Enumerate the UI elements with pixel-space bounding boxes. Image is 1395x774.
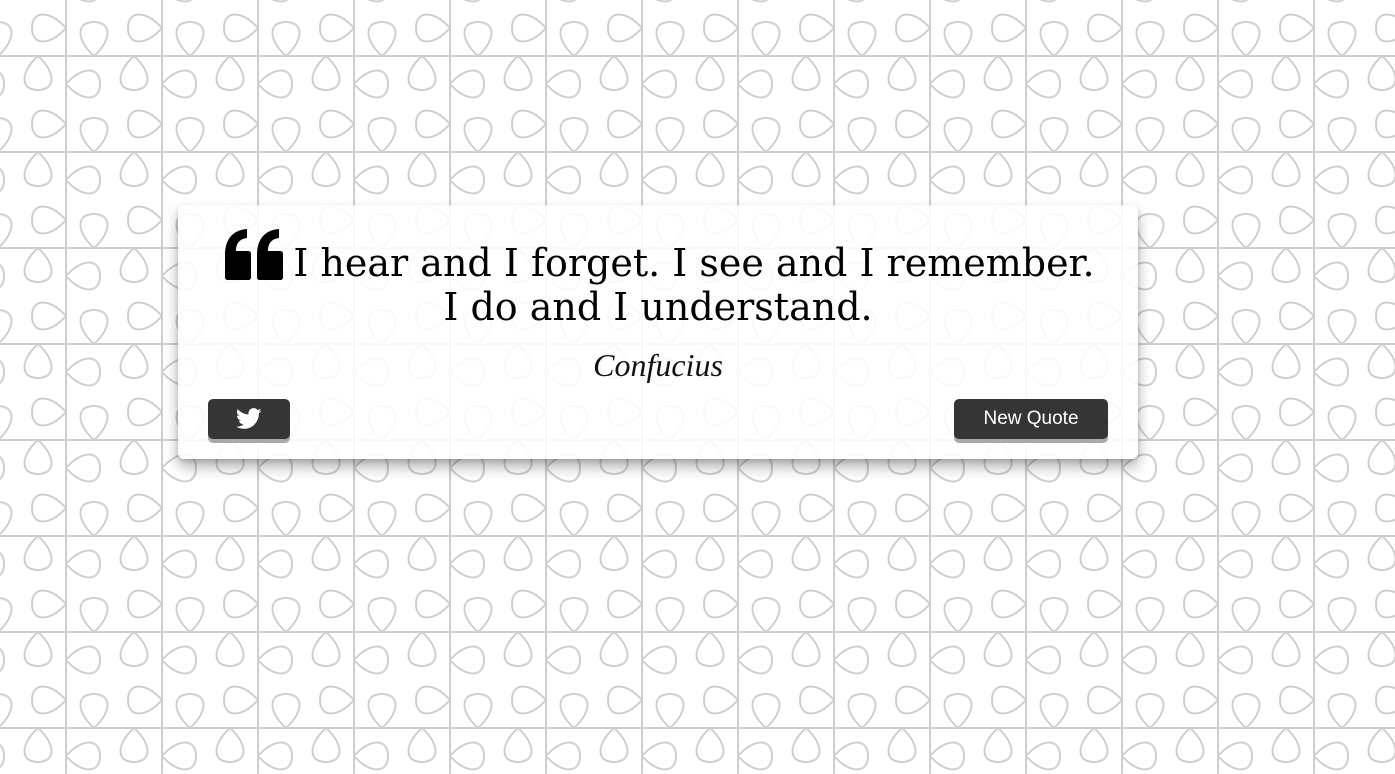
twitter-icon xyxy=(236,408,262,430)
quote-text: I hear and I forget. I see and I remembe… xyxy=(293,241,1095,329)
quote-left-icon xyxy=(221,227,285,283)
tweet-button[interactable] xyxy=(208,399,290,439)
new-quote-button[interactable]: New Quote xyxy=(954,399,1108,439)
quote-author: Confucius xyxy=(593,347,723,383)
quote-block: I hear and I forget. I see and I remembe… xyxy=(218,227,1098,329)
quote-card: I hear and I forget. I see and I remembe… xyxy=(178,205,1138,459)
